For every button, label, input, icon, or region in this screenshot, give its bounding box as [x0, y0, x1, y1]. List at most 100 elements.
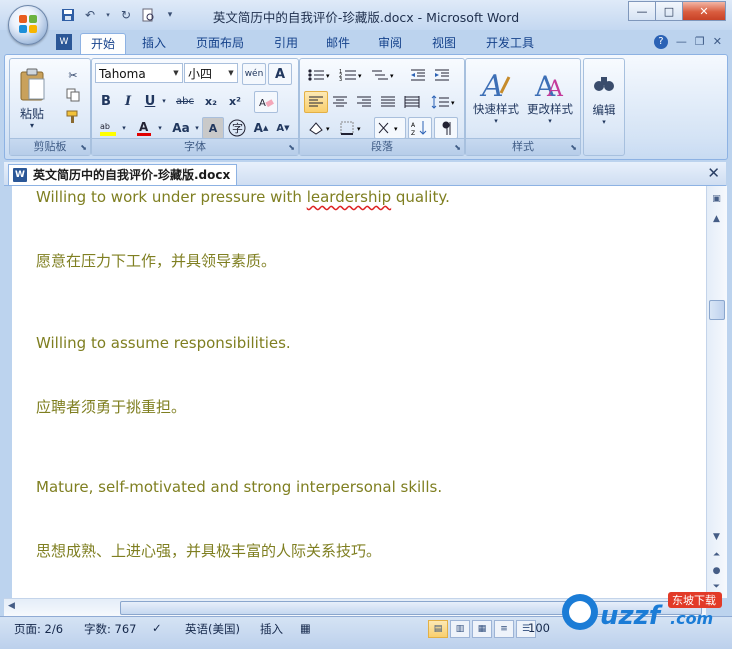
font-launcher-icon[interactable]: ⬊	[288, 143, 295, 152]
shading-icon[interactable]: ▾	[304, 117, 336, 139]
show-hide-marks-icon[interactable]	[434, 117, 458, 139]
editing-button[interactable]: 编辑 ▾	[586, 63, 622, 135]
ruler-toggle-icon[interactable]: ▣	[709, 194, 724, 204]
character-shading-button[interactable]: A	[202, 117, 224, 139]
scroll-down-icon[interactable]: ▼	[709, 532, 724, 542]
clipboard-launcher-icon[interactable]: ⬊	[80, 143, 87, 152]
font-size-combo[interactable]: 小四 ▼	[184, 63, 238, 83]
change-case-button[interactable]: Aa	[168, 117, 194, 139]
clear-formatting-icon[interactable]: A	[254, 91, 278, 113]
font-color-dropdown-icon[interactable]: ▾	[154, 117, 166, 139]
distributed-icon[interactable]	[400, 91, 424, 113]
decrease-indent-icon[interactable]	[406, 65, 430, 85]
styles-launcher-icon[interactable]: ⬊	[570, 143, 577, 152]
bullets-icon[interactable]: ▾	[304, 65, 334, 85]
insert-mode-indicator[interactable]: 插入	[260, 621, 283, 637]
subscript-button[interactable]: x₂	[200, 91, 222, 111]
tab-review[interactable]: 审阅	[370, 33, 410, 54]
word-doc-icon: W	[56, 34, 72, 50]
copy-icon[interactable]	[62, 85, 84, 105]
vertical-scroll-thumb[interactable]	[709, 300, 725, 320]
previous-page-icon[interactable]: ⏶	[709, 550, 724, 560]
paste-button[interactable]	[14, 63, 52, 107]
highlight-dropdown-icon[interactable]: ▾	[118, 117, 130, 139]
tab-insert[interactable]: 插入	[134, 33, 174, 54]
strikethrough-button[interactable]: abc	[172, 91, 198, 111]
line-spacing-icon[interactable]: ▾	[428, 91, 460, 113]
change-styles-button[interactable]: AA 更改样式 ▾	[522, 63, 578, 131]
scroll-up-icon[interactable]: ▲	[709, 214, 724, 224]
proofing-icon[interactable]: ✓	[152, 621, 162, 635]
zoom-level[interactable]: 100	[528, 621, 550, 635]
align-right-icon[interactable]	[352, 91, 376, 113]
change-case-dropdown-icon[interactable]: ▾	[192, 117, 202, 139]
underline-dropdown-icon[interactable]: ▾	[158, 91, 170, 111]
font-color-icon[interactable]: A	[132, 117, 156, 139]
svg-text:字: 字	[232, 121, 243, 135]
styles-group-label: 样式	[466, 138, 580, 155]
italic-button[interactable]: I	[118, 91, 138, 111]
shrink-font-icon[interactable]: A ▼	[272, 117, 294, 139]
page-indicator[interactable]: 页面: 2/6	[14, 621, 63, 637]
word-count[interactable]: 字数: 767	[84, 621, 136, 637]
macro-recording-icon[interactable]: ▦	[300, 621, 311, 635]
underline-button[interactable]: U	[140, 91, 160, 111]
font-name-combo[interactable]: Tahoma ▼	[95, 63, 183, 83]
numbering-icon[interactable]: 1 2 3 ▾	[336, 65, 366, 85]
align-center-icon[interactable]	[328, 91, 352, 113]
superscript-button[interactable]: x²	[224, 91, 246, 111]
print-layout-view-icon[interactable]: ▤	[428, 620, 448, 638]
vertical-scrollbar[interactable]: ▣ ▲ ▼ ⏶ ● ⏷	[706, 186, 727, 598]
editing-dropdown-icon: ▾	[602, 118, 606, 126]
paste-label: 粘贴	[19, 107, 44, 121]
quick-styles-button[interactable]: A 快速样式 ▾	[470, 63, 522, 131]
borders-icon[interactable]: ▾	[336, 117, 368, 139]
align-left-icon[interactable]	[304, 91, 328, 113]
phonetic-guide-icon[interactable]: wén	[242, 63, 266, 85]
tab-view[interactable]: 视图	[424, 33, 464, 54]
chinese-layout-icon[interactable]: ▾	[374, 117, 406, 139]
increase-indent-icon[interactable]	[430, 65, 454, 85]
doc-close-icon[interactable]: ✕	[713, 35, 722, 49]
document-page[interactable]: Willing to work under pressure with lear…	[12, 186, 706, 598]
document-tab[interactable]: W 英文简历中的自我评价-珍藏版.docx	[8, 164, 238, 185]
cut-icon[interactable]: ✂	[62, 65, 84, 85]
doc-restore-icon[interactable]: ❐	[695, 35, 705, 49]
close-button[interactable]: ✕	[682, 1, 726, 21]
close-document-icon[interactable]: ✕	[707, 164, 720, 182]
chevron-down-icon[interactable]: ▼	[170, 64, 182, 82]
highlight-color-icon[interactable]: ab	[96, 117, 120, 139]
office-button[interactable]	[8, 5, 48, 45]
tab-page-layout[interactable]: 页面布局	[190, 33, 250, 54]
tab-mailings[interactable]: 邮件	[318, 33, 358, 54]
tab-developer[interactable]: 开发工具	[478, 33, 542, 54]
character-border-icon[interactable]: A	[268, 63, 292, 85]
bold-button[interactable]: B	[96, 91, 116, 111]
maximize-button[interactable]: □	[655, 1, 683, 21]
svg-text:▾: ▾	[358, 72, 362, 80]
multilevel-list-icon[interactable]: ▾	[368, 65, 400, 85]
sort-icon[interactable]: AZ	[408, 117, 432, 139]
web-layout-view-icon[interactable]: ▦	[472, 620, 492, 638]
paste-dropdown-icon[interactable]: ▾	[14, 121, 50, 130]
chevron-down-icon[interactable]: ▼	[225, 64, 237, 82]
paragraph-launcher-icon[interactable]: ⬊	[454, 143, 461, 152]
enclose-characters-icon[interactable]: 字	[226, 117, 248, 139]
outline-view-icon[interactable]: ≡	[494, 620, 514, 638]
format-painter-icon[interactable]	[62, 107, 84, 127]
document-tab-title: 英文简历中的自我评价-珍藏版.docx	[33, 168, 231, 182]
misspelled-word[interactable]: leardership	[307, 188, 391, 206]
minimize-button[interactable]: —	[628, 1, 656, 21]
select-browse-object-icon[interactable]: ●	[709, 566, 724, 576]
help-icon[interactable]: ?	[653, 35, 668, 49]
grow-font-icon[interactable]: A ▲	[250, 117, 272, 139]
scroll-left-icon[interactable]: ◀	[8, 601, 15, 611]
language-indicator[interactable]: 英语(美国)	[185, 621, 240, 637]
tab-home[interactable]: 开始	[80, 33, 126, 55]
tab-references[interactable]: 引用	[266, 33, 306, 54]
doc-minimize-icon[interactable]: —	[676, 35, 687, 49]
justify-icon[interactable]	[376, 91, 400, 113]
full-screen-reading-view-icon[interactable]: ▥	[450, 620, 470, 638]
line-1-text-before: Willing to work under pressure with	[36, 188, 307, 206]
binoculars-icon	[594, 77, 614, 91]
